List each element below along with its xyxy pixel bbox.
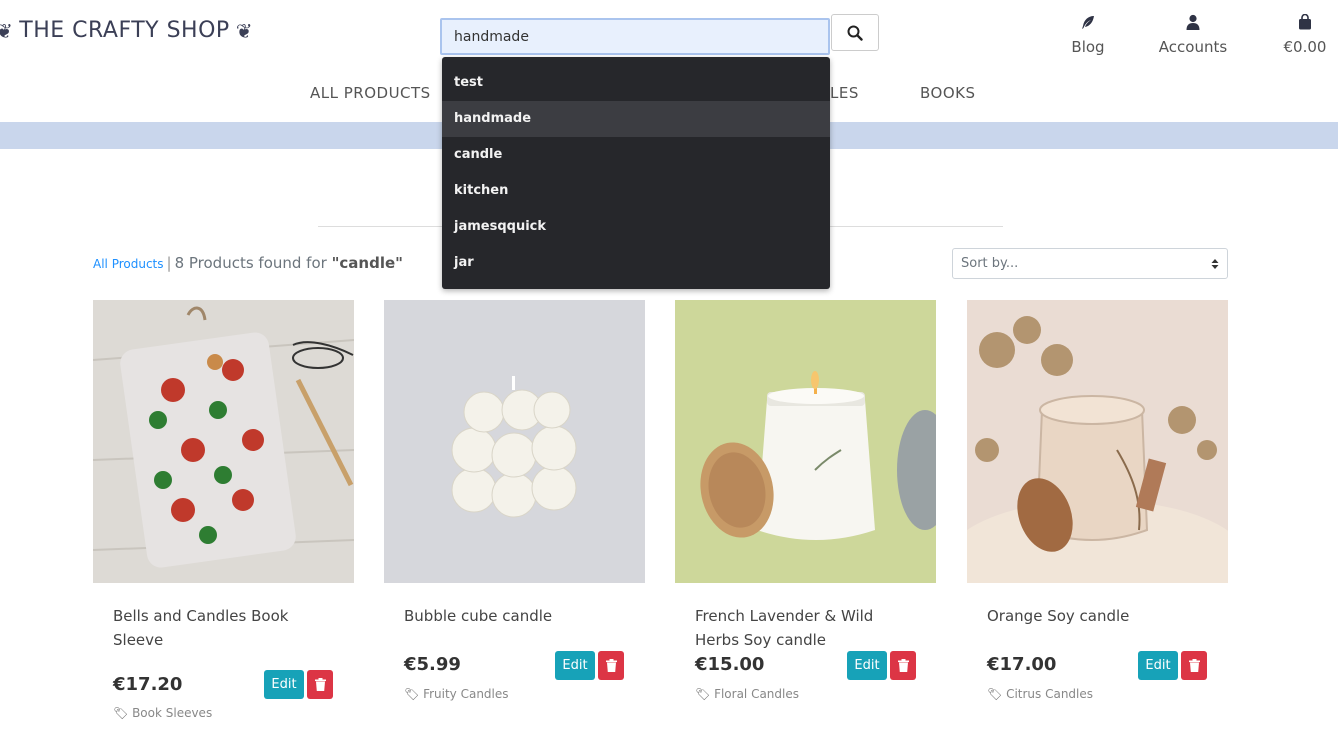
- select-arrows-icon: [1211, 258, 1219, 269]
- header-links: Blog Accounts €0.00: [1030, 12, 1330, 72]
- all-products-link[interactable]: All Products: [93, 257, 164, 271]
- product-image[interactable]: [967, 300, 1228, 583]
- results-query: "candle": [331, 254, 403, 272]
- product-card[interactable]: Orange Soy candle €17.00 Edit 🏷︎ Citrus …: [967, 300, 1228, 701]
- autocomplete-item[interactable]: kitchen: [442, 173, 830, 209]
- sort-label: Sort by...: [961, 256, 1019, 271]
- edit-button[interactable]: Edit: [847, 651, 887, 680]
- tag-icon: 🏷︎: [987, 687, 1003, 701]
- product-card[interactable]: Bubble cube candle €5.99 Edit 🏷︎ Fruity …: [384, 300, 645, 701]
- shopping-bag-icon: [1299, 14, 1311, 30]
- edit-button[interactable]: Edit: [264, 670, 304, 699]
- blog-link[interactable]: Blog: [1058, 12, 1118, 56]
- search-icon: [847, 25, 863, 41]
- logo-text: THE CRAFTY SHOP: [19, 18, 230, 43]
- search-autocomplete: test handmade candle kitchen jamesqquick…: [442, 57, 830, 289]
- leaf-icon: ❦: [0, 18, 14, 43]
- feather-icon: [1082, 16, 1094, 29]
- results-count: 8 Products found for: [174, 254, 327, 272]
- category-label: Floral Candles: [714, 687, 799, 701]
- product-category[interactable]: 🏷︎ Floral Candles: [695, 685, 805, 704]
- product-price: €15.00: [695, 654, 765, 675]
- product-price: €5.99: [404, 654, 461, 675]
- product-name[interactable]: Bells and Candles Book Sleeve: [113, 604, 313, 652]
- leaf-icon: ❦: [235, 18, 253, 43]
- product-category[interactable]: 🏷︎ Fruity Candles: [404, 685, 514, 704]
- product-card[interactable]: French Lavender & Wild Herbs Soy candle …: [675, 300, 936, 701]
- product-category[interactable]: 🏷︎ Citrus Candles: [987, 685, 1097, 704]
- autocomplete-item[interactable]: handmade: [442, 101, 830, 137]
- delete-button[interactable]: [307, 670, 333, 699]
- product-name[interactable]: French Lavender & Wild Herbs Soy candle: [695, 604, 895, 652]
- product-card[interactable]: Bells and Candles Book Sleeve €17.20 Edi…: [93, 300, 354, 720]
- delete-button[interactable]: [598, 651, 624, 680]
- site-logo[interactable]: ❦ THE CRAFTY SHOP ❦: [0, 18, 253, 43]
- search-input[interactable]: [440, 18, 830, 55]
- autocomplete-item[interactable]: candle: [442, 137, 830, 173]
- product-image[interactable]: [93, 300, 354, 583]
- trash-icon: [1188, 659, 1200, 672]
- category-label: Book Sleeves: [132, 706, 213, 720]
- bag-total: €0.00: [1283, 38, 1327, 56]
- results-summary: All Products | 8 Products found for "can…: [93, 254, 403, 272]
- autocomplete-item[interactable]: jamesqquick: [442, 209, 830, 245]
- product-name[interactable]: Bubble cube candle: [404, 604, 604, 628]
- product-image[interactable]: [675, 300, 936, 583]
- accounts-link[interactable]: Accounts: [1148, 12, 1238, 56]
- search-button[interactable]: [831, 14, 879, 51]
- user-icon: [1186, 14, 1200, 30]
- product-image[interactable]: [384, 300, 645, 583]
- blog-label: Blog: [1071, 38, 1105, 56]
- edit-button[interactable]: Edit: [1138, 651, 1178, 680]
- tag-icon: 🏷︎: [404, 687, 420, 701]
- delete-button[interactable]: [1181, 651, 1207, 680]
- trash-icon: [897, 659, 909, 672]
- edit-button[interactable]: Edit: [555, 651, 595, 680]
- product-price: €17.00: [987, 654, 1057, 675]
- tag-icon: 🏷︎: [113, 706, 129, 720]
- trash-icon: [605, 659, 617, 672]
- category-label: Fruity Candles: [423, 687, 509, 701]
- trash-icon: [314, 678, 326, 691]
- autocomplete-item[interactable]: jar: [442, 245, 830, 281]
- delete-button[interactable]: [890, 651, 916, 680]
- nav-item-books[interactable]: BOOKS: [920, 84, 976, 102]
- accounts-label: Accounts: [1158, 38, 1228, 56]
- category-label: Citrus Candles: [1006, 687, 1094, 701]
- nav-item-candles[interactable]: LES: [830, 84, 859, 102]
- nav-item-all-products[interactable]: ALL PRODUCTS: [310, 84, 431, 102]
- search-form: [440, 14, 879, 55]
- separator: |: [166, 254, 172, 272]
- product-category[interactable]: 🏷︎ Book Sleeves: [113, 704, 223, 723]
- autocomplete-item[interactable]: test: [442, 65, 830, 101]
- product-price: €17.20: [113, 674, 183, 695]
- sort-select[interactable]: Sort by...: [952, 248, 1228, 279]
- bag-link[interactable]: €0.00: [1280, 12, 1330, 56]
- tag-icon: 🏷︎: [695, 687, 711, 701]
- product-name[interactable]: Orange Soy candle: [987, 604, 1187, 628]
